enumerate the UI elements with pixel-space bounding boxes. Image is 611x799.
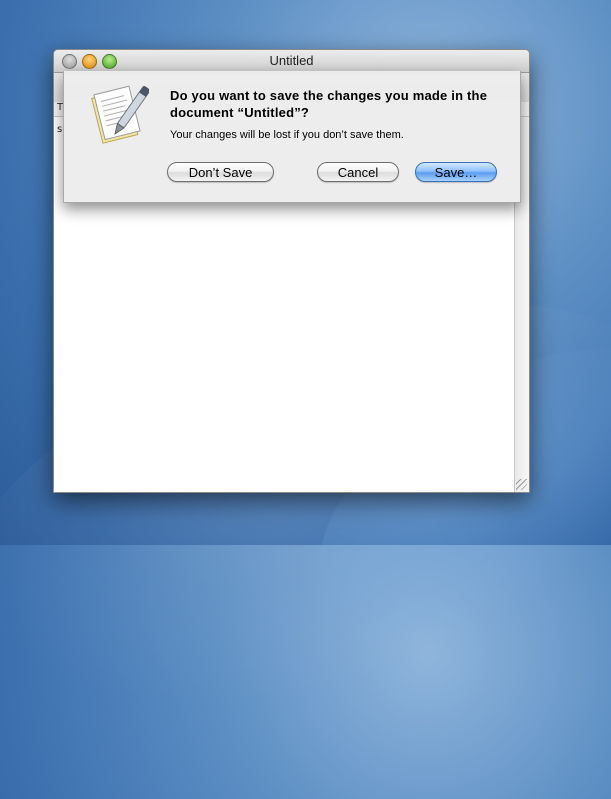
window-titlebar[interactable]: Untitled — [54, 50, 529, 73]
dialog-message: Your changes will be lost if you don’t s… — [170, 129, 404, 141]
cancel-button[interactable]: Cancel — [317, 162, 399, 182]
save-button[interactable]: Save… — [415, 162, 497, 182]
save-changes-sheet: Do you want to save the changes you made… — [63, 71, 521, 203]
document-text: s — [57, 124, 63, 135]
dialog-title: Do you want to save the changes you made… — [170, 88, 488, 120]
window-title: Untitled — [269, 53, 314, 68]
resize-grip-icon[interactable] — [516, 479, 527, 490]
dont-save-button[interactable]: Don’t Save — [167, 162, 274, 182]
textedit-document-pen-icon — [91, 85, 149, 144]
